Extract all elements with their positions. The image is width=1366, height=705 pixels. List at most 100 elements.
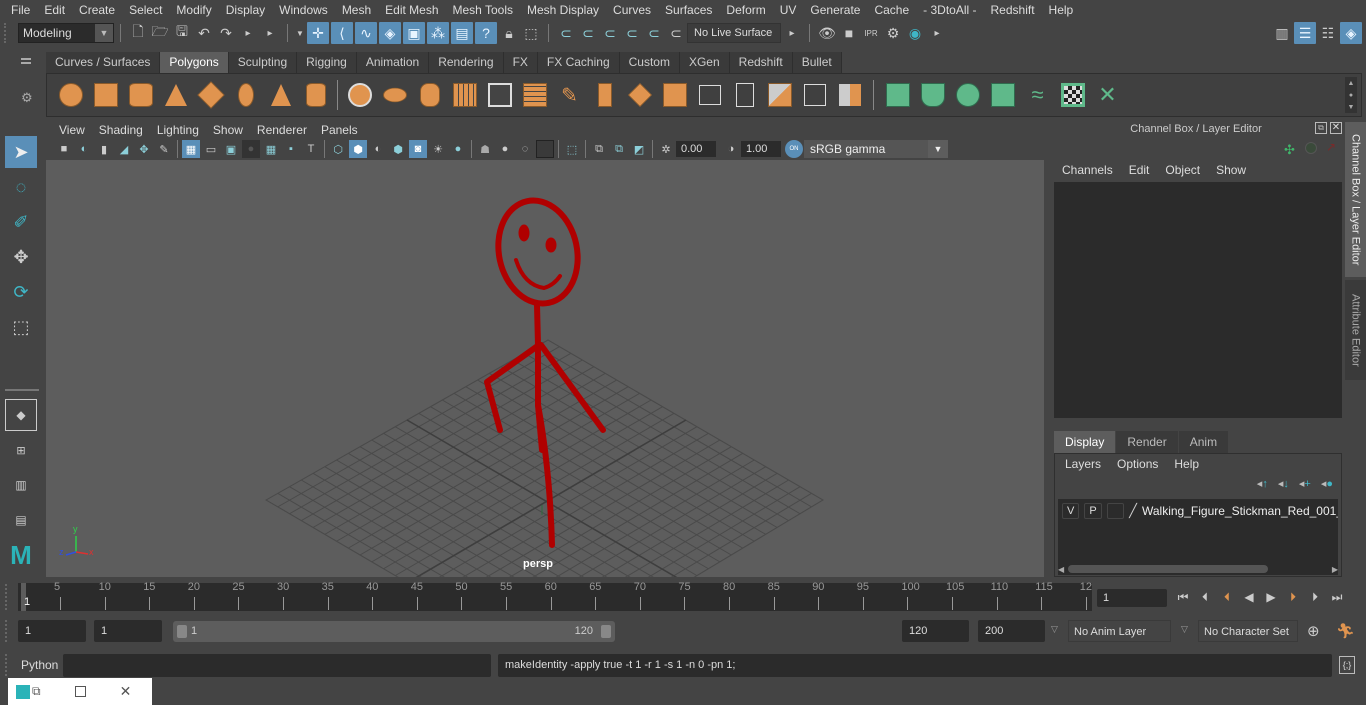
maya-app-icon[interactable] <box>16 684 30 699</box>
chevron-down-icon[interactable]: ▽ <box>1051 624 1058 635</box>
bevel-icon[interactable] <box>657 79 692 111</box>
tab-render[interactable]: Render <box>1116 431 1178 453</box>
snap-grid-icon[interactable]: ⊂ <box>555 22 577 44</box>
outliner-persp-layout-icon[interactable]: ▥ <box>5 469 37 501</box>
cb-menu-edit[interactable]: Edit <box>1121 163 1158 177</box>
restore-icon[interactable]: ⧉ <box>32 684 41 699</box>
tab-animation[interactable]: Animation <box>356 52 430 73</box>
cb-menu-channels[interactable]: Channels <box>1054 163 1121 177</box>
layer-list-scrollbar[interactable]: ◀ ▶ <box>1058 563 1338 575</box>
float-panel-icon[interactable]: ⧉ <box>1315 122 1327 134</box>
grip-handle[interactable] <box>5 584 9 610</box>
combine-icon[interactable] <box>342 79 377 111</box>
mirror-icon[interactable] <box>412 79 447 111</box>
exposure-icon[interactable]: ✲ <box>657 140 675 158</box>
shelf-menu-icon[interactable] <box>21 58 31 64</box>
poly-cylinder-icon[interactable] <box>123 79 158 111</box>
grip-handle[interactable] <box>5 620 9 642</box>
select-tool-icon[interactable]: ➤ <box>5 136 37 168</box>
playback-start-field[interactable]: 1 <box>94 620 162 642</box>
four-view-layout-icon[interactable]: ⊞ <box>5 434 37 466</box>
side-tab-channel-box[interactable]: Channel Box / Layer Editor <box>1345 122 1366 277</box>
lasso-tool-icon[interactable]: ◌ <box>5 171 37 203</box>
wireframe-on-shaded-icon[interactable]: ⬢ <box>389 140 407 158</box>
poly-pyramid-icon[interactable] <box>263 79 298 111</box>
unfold-icon[interactable]: ≈ <box>1020 79 1055 111</box>
step-back-key-icon[interactable]: ⏴ <box>1216 587 1238 607</box>
move-layer-down-icon[interactable]: ◂↓ <box>1278 477 1289 490</box>
select-edge-icon[interactable]: ▣ <box>403 22 425 44</box>
cb-menu-show[interactable]: Show <box>1208 163 1254 177</box>
layer-visibility-toggle[interactable]: V <box>1062 503 1080 519</box>
scroll-right-icon[interactable]: ▶ <box>1332 565 1338 574</box>
cylindrical-map-icon[interactable] <box>915 79 950 111</box>
playback-end-field[interactable]: 120 <box>902 620 969 642</box>
chevron-down-icon[interactable]: ▽ <box>1181 624 1188 635</box>
select-uv-icon[interactable]: ▤ <box>451 22 473 44</box>
start-time-field[interactable]: 1 <box>18 620 86 642</box>
tab-redshift[interactable]: Redshift <box>729 52 793 73</box>
select-by-component-icon[interactable]: ∿ <box>355 22 377 44</box>
viewport-menu-renderer[interactable]: Renderer <box>250 123 314 137</box>
perspective-viewport[interactable]: y x z persp <box>46 160 1044 577</box>
viewport-menu-shading[interactable]: Shading <box>92 123 150 137</box>
menu-display[interactable]: Display <box>219 3 272 17</box>
select-face-icon[interactable]: ⁂ <box>427 22 449 44</box>
tab-xgen[interactable]: XGen <box>679 52 730 73</box>
step-forward-key-icon[interactable]: ⏵ <box>1282 587 1304 607</box>
menu-mesh[interactable]: Mesh <box>335 3 378 17</box>
select-vertex-icon[interactable]: ◈ <box>379 22 401 44</box>
mode-selector[interactable]: Modeling ▼ <box>18 23 114 43</box>
select-misc-icon[interactable]: ? <box>475 22 497 44</box>
collapse-arrow-icon[interactable]: ▸ <box>781 22 803 44</box>
bookmark-icon[interactable]: ▮ <box>95 140 113 158</box>
tab-curves-surfaces[interactable]: Curves / Surfaces <box>46 52 161 73</box>
layer-name[interactable]: Walking_Figure_Stickman_Red_001_l <box>1142 504 1338 518</box>
current-frame-field[interactable]: 1 <box>1097 589 1167 607</box>
menu-generate[interactable]: Generate <box>803 3 867 17</box>
step-forward-frame-icon[interactable]: ⏵ <box>1304 587 1326 607</box>
layer-menu-layers[interactable]: Layers <box>1057 457 1109 471</box>
smooth-icon[interactable] <box>447 79 482 111</box>
resolution-gate-icon[interactable]: ▣ <box>222 140 240 158</box>
hyper-arrow-icon[interactable]: ↗ <box>1326 140 1336 154</box>
gamma-icon[interactable]: ◑ <box>722 140 740 158</box>
hypershade-icon[interactable]: ◉ <box>904 22 926 44</box>
modeling-toolkit-icon[interactable]: ▥ <box>1271 22 1293 44</box>
menu-deform[interactable]: Deform <box>719 3 772 17</box>
boolean-icon[interactable] <box>517 79 552 111</box>
shadows-icon[interactable]: ● <box>449 140 467 158</box>
viewport-menu-panels[interactable]: Panels <box>314 123 365 137</box>
dropdown-arrow-icon[interactable]: ▼ <box>294 22 306 44</box>
fill-hole-icon[interactable] <box>727 79 762 111</box>
menu-surfaces[interactable]: Surfaces <box>658 3 719 17</box>
poly-pipe-icon[interactable] <box>298 79 333 111</box>
layer-color-swatch[interactable]: ╱ <box>1129 503 1137 519</box>
step-back-frame-icon[interactable]: ⏴ <box>1194 587 1216 607</box>
image-plane-icon[interactable]: ◢ <box>115 140 133 158</box>
anti-aliasing-icon[interactable]: ◌ <box>516 140 534 158</box>
menu-create[interactable]: Create <box>72 3 122 17</box>
close-icon[interactable]: ✕ <box>1330 122 1342 134</box>
poly-torus-icon[interactable] <box>193 79 228 111</box>
end-time-field[interactable]: 200 <box>978 620 1045 642</box>
film-gate-icon[interactable]: ▭ <box>202 140 220 158</box>
go-to-end-icon[interactable]: ⏭ <box>1326 587 1348 607</box>
viewport-menu-show[interactable]: Show <box>206 123 250 137</box>
layer-row[interactable]: V P ╱ Walking_Figure_Stickman_Red_001_l <box>1058 499 1338 519</box>
layer-menu-help[interactable]: Help <box>1166 457 1207 471</box>
range-slider-end-handle[interactable] <box>601 625 611 638</box>
planar-map-icon[interactable] <box>880 79 915 111</box>
target-weld-icon[interactable] <box>797 79 832 111</box>
smooth-shade-icon[interactable]: ⬢ <box>349 140 367 158</box>
select-by-hierarchy-icon[interactable]: ✛ <box>307 22 329 44</box>
menu-mesh-display[interactable]: Mesh Display <box>520 3 606 17</box>
menu-edit-mesh[interactable]: Edit Mesh <box>378 3 445 17</box>
gear-icon[interactable]: ⚙ <box>21 90 33 106</box>
wireframe-icon[interactable]: ⬡ <box>329 140 347 158</box>
camera-icon[interactable]: ■ <box>55 140 73 158</box>
snap-curve-icon[interactable]: ⊂ <box>577 22 599 44</box>
close-icon[interactable]: ✕ <box>120 683 132 700</box>
poly-plane-icon[interactable] <box>228 79 263 111</box>
extract-icon[interactable] <box>482 79 517 111</box>
